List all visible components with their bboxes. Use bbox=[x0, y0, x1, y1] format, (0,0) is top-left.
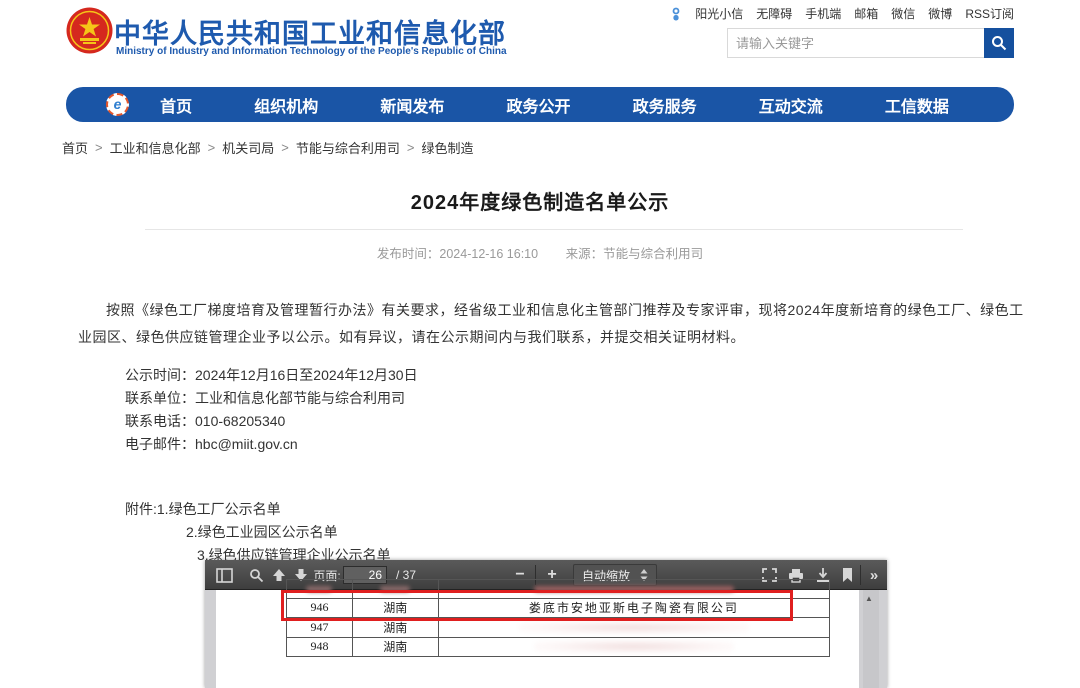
search-button[interactable] bbox=[984, 28, 1014, 58]
national-emblem-logo bbox=[66, 7, 113, 54]
sunshine-mascot-icon bbox=[670, 7, 682, 21]
crumb-miit[interactable]: 工业和信息化部 bbox=[110, 138, 201, 157]
article-meta: 发布时间：2024-12-16 16:10 来源：节能与综合利用司 bbox=[0, 243, 1080, 262]
crumb-separator: > bbox=[208, 140, 216, 155]
top-link-mail[interactable]: 邮箱 bbox=[854, 5, 878, 22]
cell-province: 湖南 bbox=[353, 599, 439, 619]
article-paragraph: 按照《绿色工厂梯度培育及管理暂行办法》有关要求，经省级工业和信息化主管部门推荐及… bbox=[78, 297, 1030, 351]
redacted-blur bbox=[534, 640, 734, 653]
scroll-up-arrow-icon[interactable]: ▲ bbox=[865, 594, 873, 603]
more-tools-button[interactable]: » bbox=[863, 560, 885, 590]
nav-item-gov-services[interactable]: 政务服务 bbox=[633, 93, 697, 117]
breadcrumb: 首页 > 工业和信息化部 > 机关司局 > 节能与综合利用司 > 绿色制造 bbox=[62, 138, 473, 157]
table-row-partial bbox=[286, 579, 830, 599]
miit-gear-logo-icon: e bbox=[106, 93, 129, 116]
table-row-946: 946 湖南 娄底市安地亚斯电子陶瓷有限公司 bbox=[286, 599, 830, 619]
crumb-separator: > bbox=[407, 140, 415, 155]
publish-time: 发布时间：2024-12-16 16:10 bbox=[377, 247, 538, 261]
top-link-rss[interactable]: RSS订阅 bbox=[965, 5, 1014, 22]
pdf-viewer: 页面: / 37 − + 自动缩放 bbox=[205, 560, 887, 688]
top-link-wechat[interactable]: 微信 bbox=[891, 5, 915, 22]
search-document-icon bbox=[249, 568, 264, 583]
cell-company-redacted bbox=[439, 638, 830, 658]
search-icon bbox=[991, 35, 1007, 51]
cell-num: 947 bbox=[287, 618, 353, 638]
nav-item-news[interactable]: 新闻发布 bbox=[380, 93, 444, 117]
top-links: 阳光小信 无障碍 手机端 邮箱 微信 微博 RSS订阅 bbox=[670, 5, 1014, 22]
attachment-link-2[interactable]: 2.绿色工业园区公示名单 bbox=[186, 522, 338, 542]
redacted-blur bbox=[534, 586, 734, 592]
attachment-link-1[interactable]: 附件:1.绿色工厂公示名单 bbox=[125, 499, 281, 519]
cell-num: 948 bbox=[287, 638, 353, 658]
pdf-page: 946 湖南 娄底市安地亚斯电子陶瓷有限公司 947 湖南 948 湖南 bbox=[216, 590, 859, 688]
main-nav: e 首页 组织机构 新闻发布 政务公开 政务服务 互动交流 工信数据 bbox=[66, 87, 1014, 122]
crumb-energy-dept[interactable]: 节能与综合利用司 bbox=[296, 138, 400, 157]
cell-province: 湖南 bbox=[353, 638, 439, 658]
redacted-blur bbox=[380, 586, 410, 592]
contact-unit: 联系单位：工业和信息化部节能与综合利用司 bbox=[125, 387, 418, 410]
cell-num: 946 bbox=[287, 599, 353, 619]
toolbar-divider bbox=[860, 565, 861, 585]
article-source: 来源：节能与综合利用司 bbox=[566, 247, 704, 261]
crumb-departments[interactable]: 机关司局 bbox=[222, 138, 274, 157]
search-input[interactable] bbox=[727, 28, 984, 58]
arrow-up-icon bbox=[272, 568, 286, 582]
crumb-home[interactable]: 首页 bbox=[62, 138, 88, 157]
crumb-separator: > bbox=[95, 140, 103, 155]
table-row-947: 947 湖南 bbox=[286, 618, 830, 638]
top-link-mobile[interactable]: 手机端 bbox=[805, 5, 841, 22]
nav-items: 首页 组织机构 新闻发布 政务公开 政务服务 互动交流 工信数据 bbox=[129, 93, 980, 117]
redacted-blur bbox=[306, 586, 332, 592]
nav-item-gov-disclosure[interactable]: 政务公开 bbox=[506, 93, 570, 117]
nav-item-interaction[interactable]: 互动交流 bbox=[759, 93, 823, 117]
crumb-separator: > bbox=[281, 140, 289, 155]
pdf-content-area: 946 湖南 娄底市安地亚斯电子陶瓷有限公司 947 湖南 948 湖南 bbox=[205, 590, 887, 688]
sidebar-toggle-button[interactable] bbox=[213, 560, 235, 590]
nav-item-home[interactable]: 首页 bbox=[160, 93, 192, 117]
top-link-accessibility[interactable]: 无障碍 bbox=[756, 5, 792, 22]
find-button[interactable] bbox=[245, 560, 267, 590]
search-bar bbox=[727, 28, 1014, 58]
contact-period: 公示时间：2024年12月16日至2024年12月30日 bbox=[125, 364, 418, 387]
top-link-sunshine[interactable]: 阳光小信 bbox=[695, 5, 743, 22]
sidebar-toggle-icon bbox=[216, 568, 233, 583]
contact-email: 电子邮件：hbc@miit.gov.cn bbox=[125, 433, 418, 456]
cell-company-redacted bbox=[439, 618, 830, 638]
bookmark-icon bbox=[842, 568, 853, 582]
pdf-table: 946 湖南 娄底市安地亚斯电子陶瓷有限公司 947 湖南 948 湖南 bbox=[286, 579, 830, 657]
title-divider bbox=[145, 229, 963, 230]
table-row-948: 948 湖南 bbox=[286, 638, 830, 658]
cell-company: 娄底市安地亚斯电子陶瓷有限公司 bbox=[439, 599, 830, 619]
contact-block: 公示时间：2024年12月16日至2024年12月30日 联系单位：工业和信息化… bbox=[125, 364, 418, 456]
top-link-weibo[interactable]: 微博 bbox=[928, 5, 952, 22]
site-subtitle: Ministry of Industry and Information Tec… bbox=[116, 46, 507, 57]
nav-item-data[interactable]: 工信数据 bbox=[885, 93, 949, 117]
redacted-blur bbox=[519, 621, 749, 634]
contact-phone: 联系电话：010-68205340 bbox=[125, 410, 418, 433]
crumb-green-manufacturing: 绿色制造 bbox=[421, 138, 473, 157]
pdf-scrollbar[interactable]: ▲ bbox=[863, 590, 879, 688]
page: 中华人民共和国工业和信息化部 Ministry of Industry and … bbox=[0, 0, 1080, 688]
cell-province: 湖南 bbox=[353, 618, 439, 638]
bookmark-button[interactable] bbox=[836, 560, 858, 590]
nav-item-organization[interactable]: 组织机构 bbox=[254, 93, 318, 117]
article-title: 2024年度绿色制造名单公示 bbox=[0, 186, 1080, 215]
